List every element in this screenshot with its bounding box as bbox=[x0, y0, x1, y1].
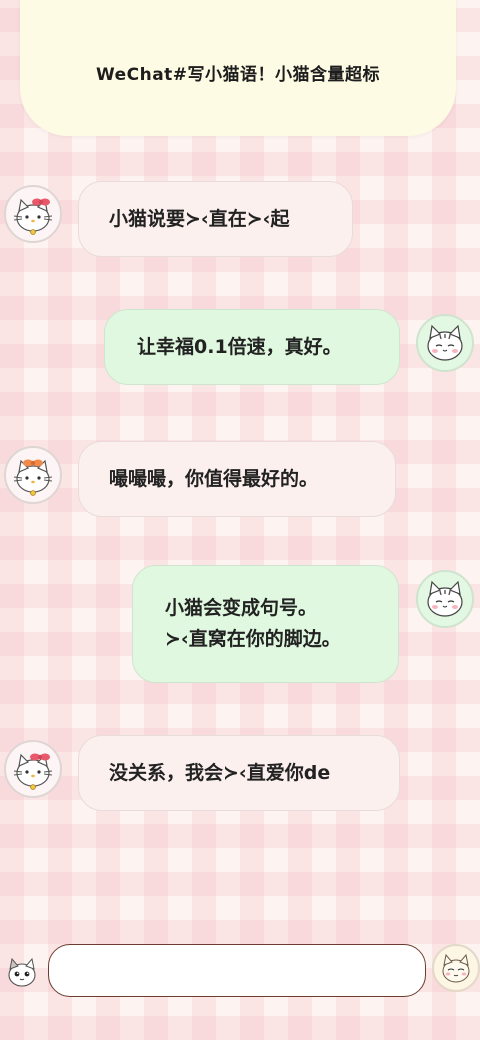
message-bubble[interactable]: 小猫会变成句号。 ≻‹直窝在你的脚边。 bbox=[132, 565, 399, 683]
cat-avatar-right[interactable] bbox=[416, 314, 474, 372]
message-bubble[interactable]: 让幸福0.1倍速，真好。 bbox=[104, 309, 400, 385]
cream-cat-icon bbox=[442, 953, 470, 983]
small-cat-icon bbox=[8, 957, 36, 987]
cat-avatar-right[interactable] bbox=[416, 570, 474, 628]
message-text: 小猫说要≻‹直在≻‹起 bbox=[109, 207, 290, 230]
cat-avatar-left[interactable] bbox=[4, 446, 62, 504]
cat-avatar-left[interactable] bbox=[4, 185, 62, 243]
small-cat-button[interactable] bbox=[2, 952, 42, 992]
message-text: 让幸福0.1倍速，真好。 bbox=[137, 335, 342, 358]
chat-title: WeChat#写小猫语！小猫含量超标 bbox=[95, 65, 381, 85]
message-bubble[interactable]: 没关系，我会≻‹直爱你de bbox=[78, 735, 400, 811]
message-bubble[interactable]: 嘬嘬嘬，你值得最好的。 bbox=[78, 441, 396, 517]
message-text: 嘬嘬嘬，你值得最好的。 bbox=[109, 467, 319, 490]
cat-avatar-left[interactable] bbox=[4, 740, 62, 798]
tabby-cat-icon bbox=[427, 580, 463, 617]
hello-kitty-bow-cat-icon bbox=[13, 198, 53, 235]
hello-kitty-bow-cat-icon bbox=[13, 753, 53, 790]
message-text: 小猫会变成句号。 bbox=[165, 597, 318, 619]
hello-kitty-bow-cat-icon bbox=[13, 459, 53, 496]
message-bubble[interactable]: 小猫说要≻‹直在≻‹起 bbox=[78, 181, 353, 257]
message-text: ≻‹直窝在你的脚边。 bbox=[165, 628, 341, 650]
send-button[interactable] bbox=[432, 944, 480, 992]
message-input[interactable] bbox=[48, 944, 426, 997]
chat-header: WeChat#写小猫语！小猫含量超标 bbox=[20, 0, 456, 136]
message-text: 没关系，我会≻‹直爱你de bbox=[109, 761, 331, 784]
tabby-cat-icon bbox=[427, 324, 463, 361]
